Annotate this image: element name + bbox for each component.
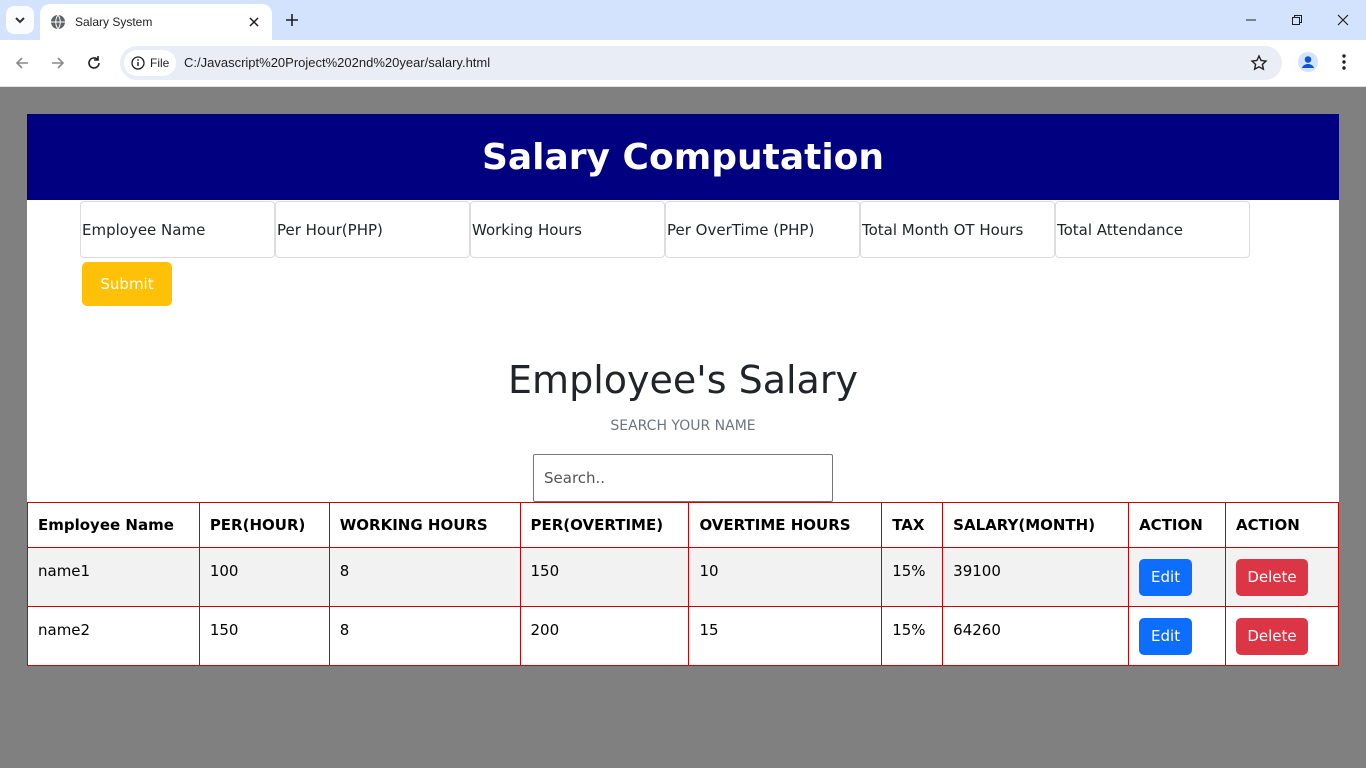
close-icon[interactable] [246, 14, 262, 30]
new-tab-button[interactable] [280, 8, 304, 32]
cell-overtime-hours: 15 [688, 606, 883, 666]
browser-tab-bar: Salary System [0, 0, 1366, 40]
column-header: ACTION [1225, 502, 1339, 548]
globe-icon [50, 14, 66, 30]
column-header: ACTION [1128, 502, 1227, 548]
browser-tab[interactable]: Salary System [40, 4, 272, 40]
site-info-chip[interactable]: File [124, 50, 176, 76]
submit-button[interactable]: Submit [82, 262, 172, 306]
cell-delete-action: Delete [1225, 547, 1339, 607]
back-button[interactable] [7, 48, 37, 78]
cell-name: name2 [27, 606, 200, 666]
column-header: PER(HOUR) [198, 502, 330, 548]
cell-edit-action: Edit [1128, 547, 1227, 607]
page-header: Salary Computation [27, 114, 1339, 200]
browser-toolbar: File C:/Javascript%20Project%202nd%20yea… [0, 40, 1366, 87]
file-label: File [150, 56, 170, 70]
edit-button[interactable]: Edit [1139, 617, 1193, 655]
salary-table: Employee Name PER(HOUR) WORKING HOURS PE… [27, 502, 1339, 666]
total-month-ot-input[interactable] [860, 201, 1055, 258]
window-close-button[interactable] [1320, 0, 1366, 40]
cell-per-hour: 100 [198, 547, 330, 607]
reload-button[interactable] [79, 48, 109, 78]
forward-icon [52, 57, 65, 69]
column-header: Employee Name [27, 502, 200, 548]
profile-button[interactable] [1294, 48, 1322, 76]
chevron-down-icon [15, 17, 25, 24]
delete-button[interactable]: Delete [1236, 617, 1309, 655]
cell-overtime-hours: 10 [688, 547, 883, 607]
plus-icon [286, 14, 298, 26]
minimize-icon [1246, 19, 1256, 21]
restore-button[interactable] [1274, 0, 1320, 40]
cell-working-hours: 8 [328, 547, 521, 607]
section-title: Employee's Salary [508, 358, 858, 402]
working-hours-input[interactable] [470, 201, 665, 258]
cell-per-hour: 150 [198, 606, 330, 666]
column-header: WORKING HOURS [328, 502, 521, 548]
cell-tax: 15% [881, 606, 944, 666]
cell-delete-action: Delete [1225, 606, 1339, 666]
cell-name: name1 [27, 547, 200, 607]
cell-salary: 39100 [942, 547, 1130, 607]
info-icon [131, 56, 145, 70]
cell-tax: 15% [881, 547, 944, 607]
more-icon [1342, 54, 1346, 70]
cell-per-overtime: 150 [519, 547, 690, 607]
reload-icon [88, 56, 100, 69]
page-content: Salary Computation Submit Employee's Sal… [27, 114, 1339, 666]
per-hour-input[interactable] [275, 201, 470, 258]
employee-name-input[interactable] [80, 201, 275, 258]
total-attendance-input[interactable] [1055, 201, 1250, 258]
back-icon [15, 57, 28, 69]
salary-form [80, 201, 1250, 258]
per-overtime-input[interactable] [665, 201, 860, 258]
minimize-button[interactable] [1228, 0, 1274, 40]
table-row: name2 150 8 200 15 15% 64260 Edit Delete [27, 606, 1339, 666]
tab-search-button[interactable] [6, 6, 34, 34]
column-header: TAX [881, 502, 944, 548]
edit-button[interactable]: Edit [1139, 558, 1193, 596]
cell-salary: 64260 [942, 606, 1130, 666]
star-icon[interactable] [1250, 54, 1268, 72]
search-input[interactable] [533, 454, 833, 502]
url-text[interactable]: C:/Javascript%20Project%202nd%20year/sal… [184, 55, 490, 70]
page-title: Salary Computation [481, 136, 885, 178]
table-row: name1 100 8 150 10 15% 39100 Edit Delete [27, 547, 1339, 607]
address-bar[interactable]: File C:/Javascript%20Project%202nd%20yea… [120, 46, 1282, 80]
forward-button[interactable] [43, 48, 73, 78]
delete-button[interactable]: Delete [1236, 558, 1309, 596]
column-header: OVERTIME HOURS [688, 502, 883, 548]
cell-working-hours: 8 [328, 606, 521, 666]
table-header-row: Employee Name PER(HOUR) WORKING HOURS PE… [27, 502, 1339, 548]
cell-per-overtime: 200 [519, 606, 690, 666]
column-header: PER(OVERTIME) [519, 502, 690, 548]
tab-title: Salary System [75, 15, 153, 29]
column-header: SALARY(MONTH) [942, 502, 1130, 548]
close-icon [1337, 14, 1349, 26]
section-subtitle: SEARCH YOUR NAME [610, 418, 756, 434]
menu-button[interactable] [1332, 48, 1356, 76]
restore-icon [1292, 15, 1302, 25]
profile-icon [1298, 52, 1318, 72]
cell-edit-action: Edit [1128, 606, 1227, 666]
